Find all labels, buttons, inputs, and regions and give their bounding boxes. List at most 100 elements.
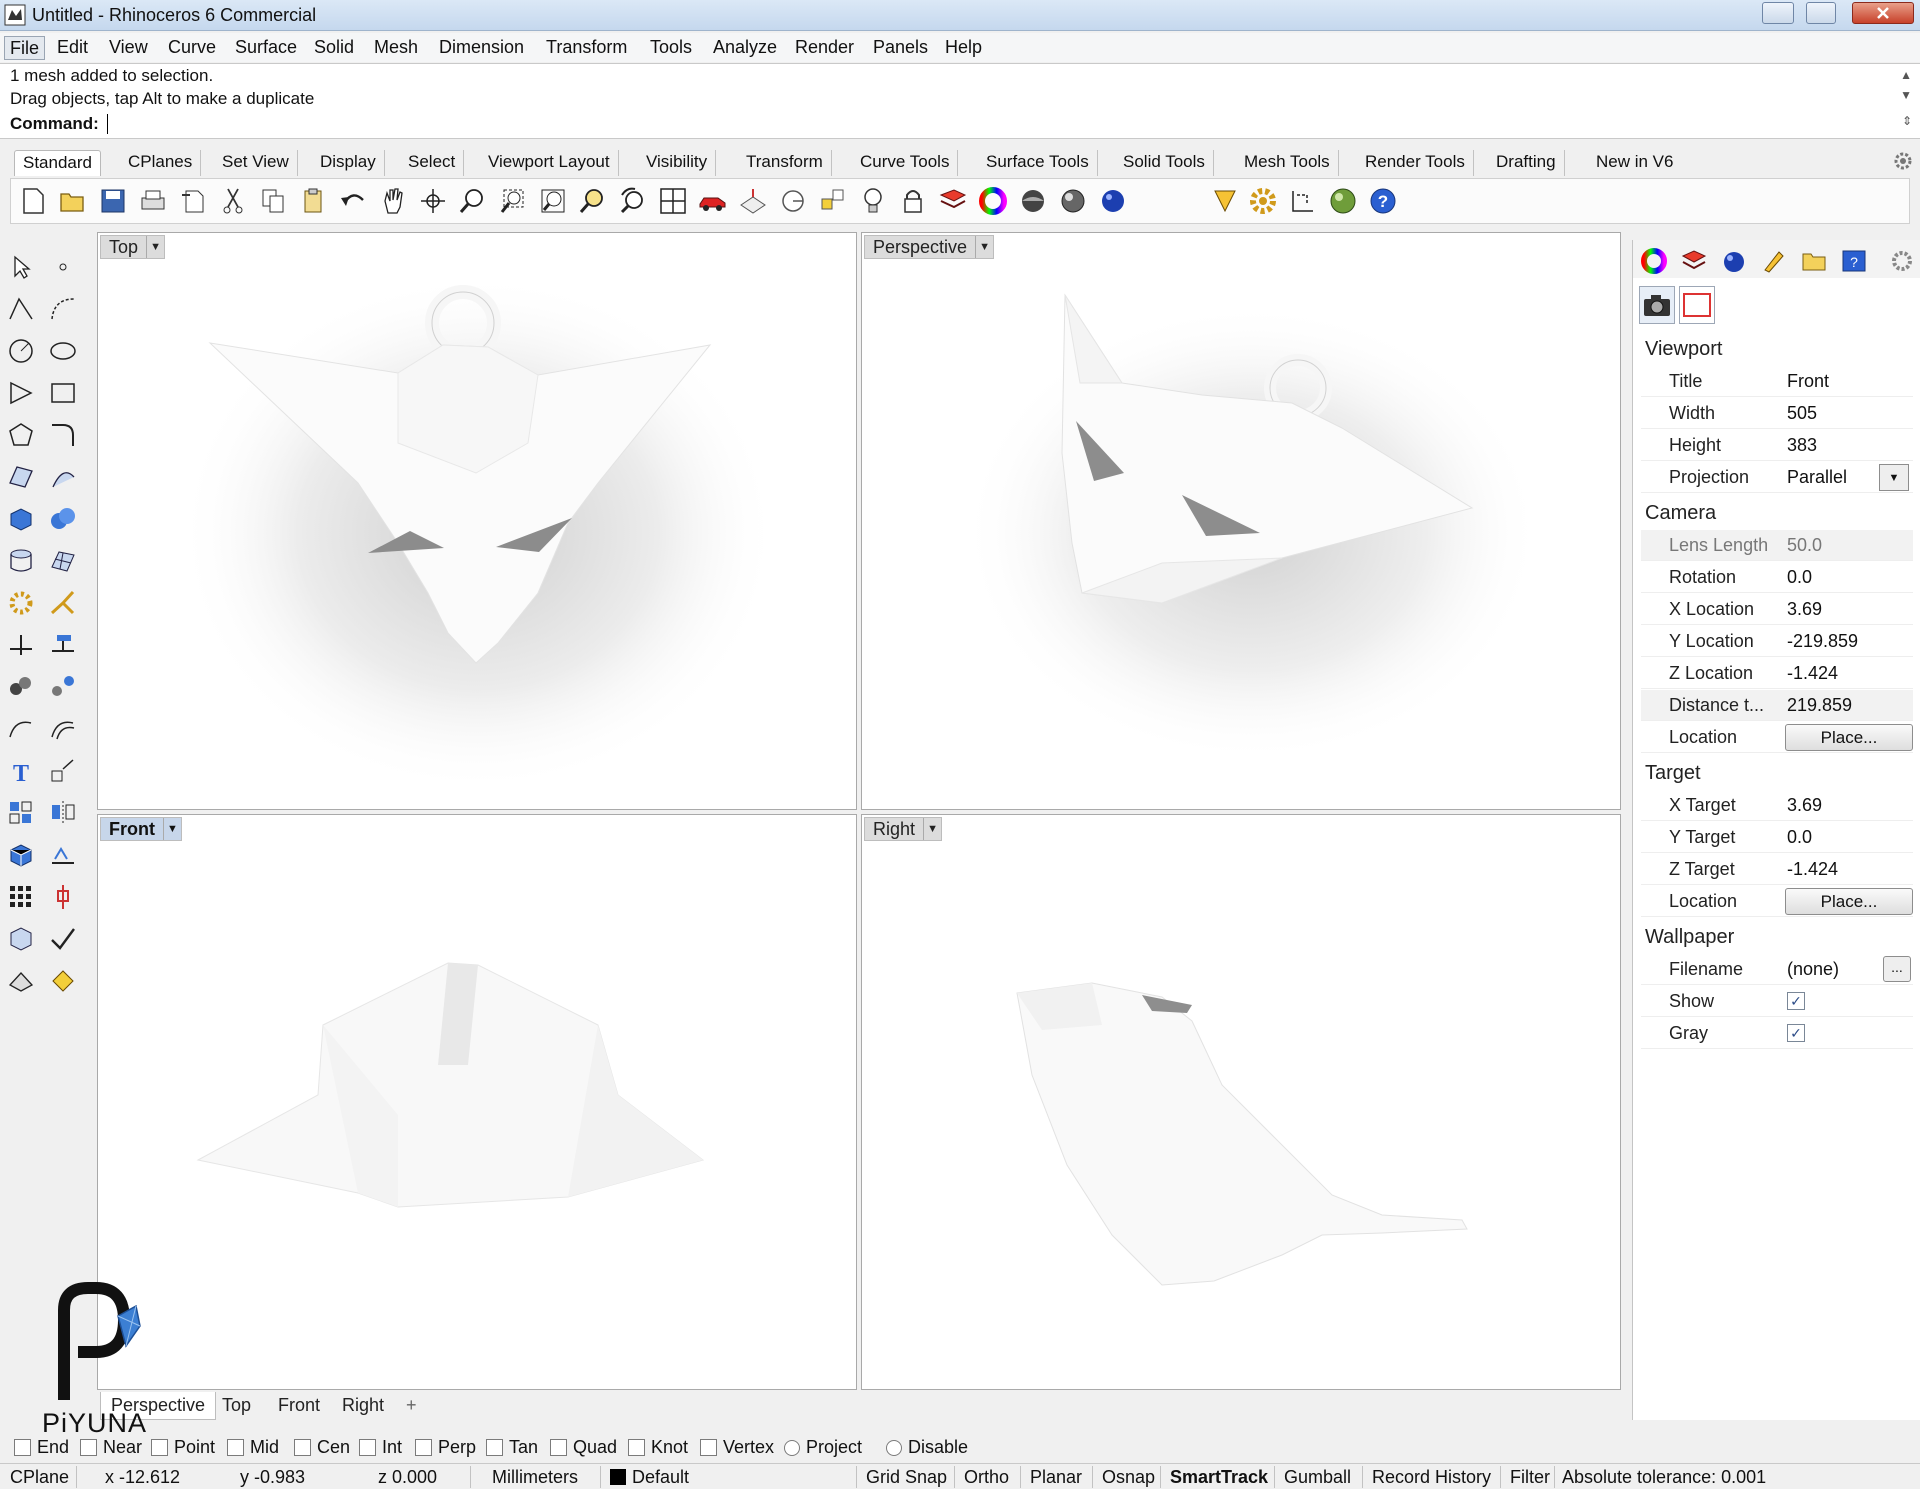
options-gear-icon[interactable] — [1247, 185, 1279, 217]
minimize-button[interactable] — [1762, 2, 1794, 24]
menu-curve[interactable]: Curve — [163, 36, 221, 60]
viewport-perspective[interactable]: Perspective ▼ — [861, 232, 1621, 810]
osnap-int[interactable]: Int — [359, 1437, 402, 1458]
light-bulb-icon[interactable] — [857, 185, 889, 217]
cylinder-icon[interactable] — [4, 544, 38, 578]
viewport-right[interactable]: Right ▼ — [861, 814, 1621, 1390]
dimension-icon[interactable] — [1287, 185, 1319, 217]
arc-icon[interactable] — [4, 376, 38, 410]
drafting-icon[interactable] — [46, 838, 80, 872]
render-globe-icon[interactable] — [1327, 185, 1359, 217]
tab-new-in-v6[interactable]: New in V6 — [1588, 150, 1681, 176]
menu-edit[interactable]: Edit — [52, 36, 93, 60]
zoom-extents-icon[interactable] — [537, 185, 569, 217]
close-button[interactable] — [1852, 2, 1914, 24]
solid-edit-icon[interactable] — [4, 838, 38, 872]
tab-display[interactable]: Display — [312, 150, 385, 176]
property-value[interactable]: 505 — [1787, 403, 1817, 424]
help-panel-icon[interactable]: ? — [1841, 248, 1867, 274]
pan-icon[interactable] — [377, 185, 409, 217]
property-value[interactable]: -1.424 — [1787, 859, 1838, 880]
checkbox[interactable] — [784, 1439, 800, 1456]
text-icon[interactable]: T — [4, 754, 38, 788]
checkbox[interactable] — [227, 1439, 244, 1456]
point-icon[interactable] — [46, 250, 80, 284]
mesh-icon[interactable] — [46, 544, 80, 578]
property-value[interactable]: -1.424 — [1787, 663, 1838, 684]
boolean-union-icon[interactable] — [46, 502, 80, 536]
analyze-icon[interactable] — [46, 880, 80, 914]
layer-icon[interactable] — [1681, 248, 1707, 274]
tab-cplanes[interactable]: CPlanes — [120, 150, 202, 176]
menu-tools[interactable]: Tools — [645, 36, 697, 60]
checkbox[interactable] — [415, 1439, 432, 1456]
layer-icon[interactable] — [937, 185, 969, 217]
tab-viewport-layout[interactable]: Viewport Layout — [480, 150, 619, 176]
check-icon[interactable] — [46, 922, 80, 956]
scroll-down-icon[interactable]: ▼ — [1900, 88, 1912, 102]
planar-toggle[interactable]: Planar — [1030, 1467, 1082, 1488]
osnap-disable[interactable]: Disable — [886, 1437, 968, 1458]
menu-surface[interactable]: Surface — [230, 36, 302, 60]
viewport-tab-top[interactable]: Top — [212, 1392, 261, 1420]
grid-snap-icon[interactable] — [817, 185, 849, 217]
gumball-toggle[interactable]: Gumball — [1284, 1467, 1351, 1488]
transform-gear-icon[interactable] — [4, 586, 38, 620]
folder-icon[interactable] — [1801, 248, 1827, 274]
viewport-top[interactable]: Top ▼ — [97, 232, 857, 810]
menu-render[interactable]: Render — [790, 36, 859, 60]
osnap-vertex[interactable]: Vertex — [700, 1437, 774, 1458]
offset-icon[interactable] — [4, 712, 38, 746]
fillet-icon[interactable] — [46, 418, 80, 452]
ellipse-icon[interactable] — [46, 334, 80, 368]
array-icon[interactable] — [4, 880, 38, 914]
menu-file[interactable]: File — [4, 36, 46, 60]
circle-icon[interactable] — [4, 334, 38, 368]
checkbox[interactable] — [294, 1439, 311, 1456]
chevron-down-icon[interactable]: ▼ — [1879, 464, 1909, 491]
zoom-icon[interactable] — [457, 185, 489, 217]
checkbox[interactable] — [628, 1439, 645, 1456]
command-spin-icon[interactable]: ⇕ — [1902, 114, 1912, 128]
sweep-icon[interactable] — [46, 460, 80, 494]
ortho-toggle[interactable]: Ortho — [964, 1467, 1009, 1488]
menu-dimension[interactable]: Dimension — [434, 36, 529, 60]
tab-mesh-tools[interactable]: Mesh Tools — [1236, 150, 1339, 176]
target-place-button[interactable]: Place... — [1785, 888, 1913, 915]
viewport-frame-tab-button[interactable] — [1679, 286, 1715, 324]
open-file-icon[interactable] — [57, 185, 89, 217]
gear-icon[interactable] — [1889, 248, 1915, 274]
ungroup-icon[interactable] — [46, 670, 80, 704]
chevron-down-icon[interactable]: ▼ — [162, 818, 181, 840]
group-icon[interactable] — [4, 670, 38, 704]
add-viewport-tab-button[interactable]: + — [396, 1392, 427, 1420]
property-value[interactable]: 0.0 — [1787, 827, 1812, 848]
tab-select[interactable]: Select — [400, 150, 465, 176]
menu-analyze[interactable]: Analyze — [708, 36, 782, 60]
checkbox[interactable] — [14, 1439, 31, 1456]
record-history-toggle[interactable]: Record History — [1372, 1467, 1491, 1488]
chevron-down-icon[interactable]: ▼ — [975, 236, 993, 258]
viewport-label-right[interactable]: Right ▼ — [864, 817, 943, 841]
projection-select[interactable]: Parallel — [1787, 467, 1847, 488]
property-value[interactable]: Front — [1787, 371, 1829, 392]
tab-surface-tools[interactable]: Surface Tools — [978, 150, 1098, 176]
tab-drafting[interactable]: Drafting — [1488, 150, 1565, 176]
osnap-mid[interactable]: Mid — [227, 1437, 279, 1458]
tab-standard[interactable]: Standard — [14, 150, 101, 176]
box-icon[interactable] — [4, 502, 38, 536]
zoom-window-icon[interactable] — [497, 185, 529, 217]
offset-curve-icon[interactable] — [46, 712, 80, 746]
cut-icon[interactable] — [217, 185, 249, 217]
mirror-icon[interactable] — [46, 796, 80, 830]
block-icon[interactable] — [4, 796, 38, 830]
tab-solid-tools[interactable]: Solid Tools — [1115, 150, 1214, 176]
lock-icon[interactable] — [897, 185, 929, 217]
grid-snap-toggle[interactable]: Grid Snap — [866, 1467, 947, 1488]
pen-icon[interactable] — [1209, 185, 1241, 217]
viewport-label-top[interactable]: Top ▼ — [100, 235, 166, 259]
camera-place-button[interactable]: Place... — [1785, 724, 1913, 751]
osnap-cen[interactable]: Cen — [294, 1437, 350, 1458]
help-icon[interactable]: ? — [1367, 185, 1399, 217]
rectangle-icon[interactable] — [46, 376, 80, 410]
